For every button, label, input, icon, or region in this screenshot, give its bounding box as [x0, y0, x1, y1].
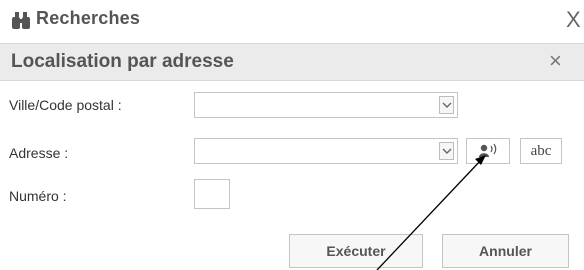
binoculars-icon	[11, 12, 31, 30]
voice-input-button[interactable]	[466, 138, 510, 164]
window-title: Recherches	[36, 8, 141, 28]
address-combobox[interactable]	[194, 138, 458, 164]
chevron-down-icon[interactable]	[439, 142, 454, 160]
number-input[interactable]	[195, 180, 229, 208]
address-label: Adresse :	[9, 145, 69, 161]
panel-close-button[interactable]: ×	[549, 48, 562, 74]
city-combobox[interactable]	[194, 92, 458, 118]
keyboard-abc-button[interactable]: abc	[520, 138, 562, 164]
number-label: Numéro :	[9, 188, 67, 204]
number-field[interactable]	[194, 179, 230, 209]
city-input[interactable]	[195, 93, 443, 117]
abc-label: abc	[530, 143, 552, 159]
window-close-button[interactable]: X	[566, 8, 584, 32]
address-input[interactable]	[195, 139, 443, 163]
execute-button[interactable]: Exécuter	[289, 234, 423, 268]
city-label: Ville/Code postal :	[9, 97, 122, 113]
chevron-down-icon[interactable]	[439, 96, 454, 114]
voice-input-icon	[467, 143, 509, 167]
panel-header: Localisation par adresse ×	[0, 43, 584, 81]
cancel-button[interactable]: Annuler	[442, 234, 569, 268]
search-window: Recherches X Localisation par adresse × …	[0, 0, 584, 270]
window-title-bar: Recherches X	[0, 0, 584, 42]
panel-title: Localisation par adresse	[11, 51, 234, 72]
